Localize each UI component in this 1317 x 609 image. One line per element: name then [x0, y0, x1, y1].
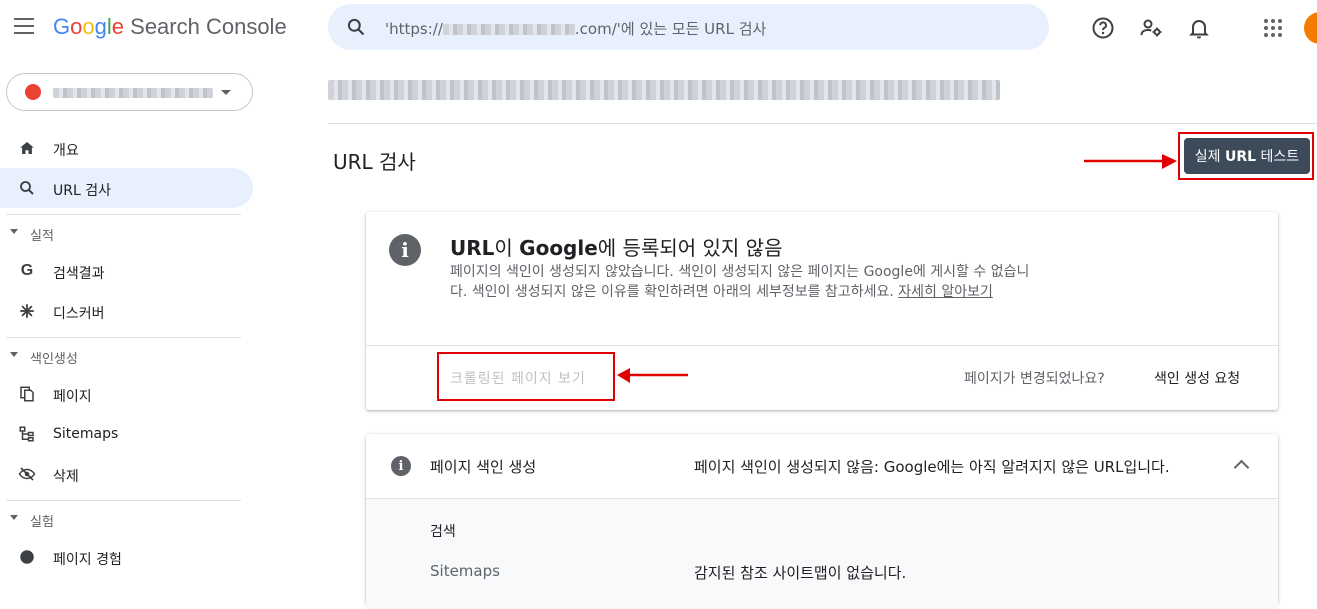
page-indexing-card: i 페이지 색인 생성 페이지 색인이 생성되지 않음: Google에는 아직… [366, 434, 1278, 609]
index-status-description: 페이지의 색인이 생성되지 않았습니다. 색인이 생성되지 않은 페이지는 Go… [450, 264, 1030, 300]
sidebar-item-search-results[interactable]: G 검색결과 [0, 251, 260, 291]
sidebar-section-experiments[interactable]: 실험 [0, 501, 260, 537]
product-name: Search Console [130, 14, 287, 39]
avatar[interactable] [1304, 12, 1317, 44]
index-status-title: URL이 Google에 등록되어 있지 않음 [450, 236, 783, 260]
request-indexing-button[interactable]: 색인 생성 요청 [1154, 368, 1240, 388]
notifications-icon[interactable] [1187, 16, 1211, 40]
menu-icon[interactable] [14, 18, 34, 34]
page-indexing-details: 검색 Sitemaps 감지된 참조 사이트맵이 없습니다. [366, 499, 1278, 609]
url-inspect-search-bar[interactable]: 'https://.com/'에 있는 모든 URL 검사 [328, 4, 1049, 50]
pages-icon [20, 386, 34, 402]
sidebar: 개요 URL 검사 실적 G 검색결과 디스커버 색인생성 페이지 Sitema… [0, 128, 260, 577]
redacted-inspected-url [328, 80, 1000, 100]
sidebar-item-removals[interactable]: 삭제 [0, 454, 260, 494]
annotation-arrow-live-test [1084, 154, 1177, 169]
property-favicon-icon [25, 84, 41, 100]
info-icon: i [391, 456, 411, 476]
top-app-bar: Google Search Console 'https://.com/'에 있… [0, 0, 1317, 58]
info-icon: i [389, 234, 421, 266]
annotation-arrow-view-crawled [617, 368, 688, 383]
chevron-up-icon[interactable] [1233, 459, 1250, 476]
discovery-heading: 검색 [430, 524, 456, 540]
page-changed-question: 페이지가 변경되었나요? [964, 371, 1105, 387]
home-icon [20, 142, 34, 154]
apps-icon[interactable] [1264, 19, 1282, 37]
sidebar-item-url-inspection[interactable]: URL 검사 [0, 168, 253, 208]
asterisk-icon [20, 304, 34, 318]
removals-icon [18, 467, 36, 481]
page-indexing-header[interactable]: i 페이지 색인 생성 페이지 색인이 생성되지 않음: Google에는 아직… [366, 434, 1278, 499]
manage-users-icon[interactable] [1139, 16, 1163, 40]
search-icon [347, 18, 365, 36]
sidebar-item-discover[interactable]: 디스커버 [0, 291, 260, 331]
chevron-down-icon [10, 352, 18, 357]
search-input[interactable]: 'https://.com/'에 있는 모든 URL 검사 [385, 18, 766, 39]
chevron-down-icon [221, 90, 231, 95]
chevron-down-icon [10, 229, 18, 234]
sidebar-section-performance[interactable]: 실적 [0, 215, 260, 251]
sidebar-item-sitemaps[interactable]: Sitemaps [0, 414, 260, 454]
page-title: URL 검사 [333, 150, 416, 174]
page-indexing-label: 페이지 색인 생성 [430, 458, 537, 476]
sidebar-item-page-experience[interactable]: 페이지 경험 [0, 537, 260, 577]
sidebar-section-indexing[interactable]: 색인생성 [0, 338, 260, 374]
annotation-box-view-crawled [437, 352, 615, 401]
sitemap-icon [19, 426, 34, 442]
sidebar-item-pages[interactable]: 페이지 [0, 374, 260, 414]
experience-icon [20, 550, 34, 564]
app-logo[interactable]: Google Search Console [53, 14, 287, 40]
property-selector[interactable] [6, 73, 253, 111]
annotation-box-live-test [1178, 132, 1314, 180]
detail-value: 감지된 참조 사이트맵이 없습니다. [694, 564, 907, 582]
google-g-icon: G [20, 262, 34, 279]
detail-key: Sitemaps [430, 562, 500, 580]
search-icon [20, 181, 34, 195]
redacted-property-name [53, 88, 213, 98]
chevron-down-icon [10, 515, 18, 520]
header-divider [328, 123, 1317, 124]
redacted-domain [442, 24, 575, 35]
card-divider [366, 345, 1278, 346]
help-icon[interactable] [1091, 16, 1115, 40]
page-indexing-value: 페이지 색인이 생성되지 않음: Google에는 아직 알려지지 않은 URL… [694, 458, 1170, 476]
sidebar-item-overview[interactable]: 개요 [0, 128, 260, 168]
learn-more-link[interactable]: 자세히 알아보기 [898, 284, 993, 300]
